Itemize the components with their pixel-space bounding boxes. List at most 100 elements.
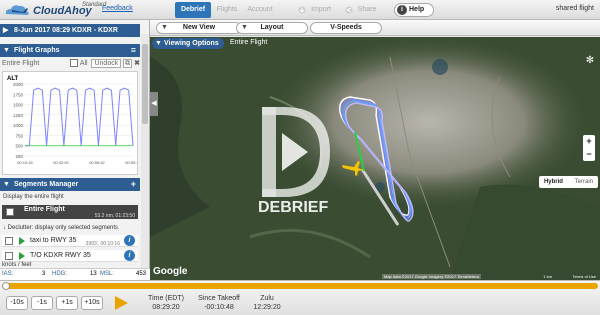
collapse-panel-handle[interactable]: ◀ (150, 92, 158, 116)
debrief-watermark: DEBRIEF (258, 199, 328, 216)
new-view-label: New View (182, 24, 216, 31)
tab-import[interactable]: Import (296, 2, 336, 18)
segment-row[interactable]: taxi to RWY 35 3993', 00:10:16 i (2, 235, 138, 247)
top-bar: CloudAhoy Standard Feedback Debrief Flig… (0, 0, 600, 20)
vspeeds-button[interactable]: V-Speeds (310, 22, 382, 34)
all-label: All (79, 60, 88, 67)
entire-flight-label: Entire Flight (24, 206, 65, 213)
help-label: Help (409, 6, 425, 13)
zoom-out-button[interactable]: − (583, 148, 595, 161)
left-scrollbar[interactable] (141, 34, 149, 272)
close-icon[interactable]: ✖ (134, 60, 140, 67)
viewing-options-button[interactable]: ▼ Viewing Options (152, 38, 224, 49)
segment-label: taxi to RWY 35 (30, 237, 77, 244)
graph-controls: Entire Flight All Undock ⧉ ✖ (2, 58, 140, 70)
y-tick-label: 1750 (13, 92, 24, 97)
time-edt-label: Time (EDT) (148, 295, 184, 302)
segment-label: T/O KDXR RWY 35 (30, 252, 91, 259)
timeline-handle[interactable] (2, 282, 10, 290)
tab-account[interactable]: Account (244, 2, 276, 18)
new-view-button[interactable]: ▼ New View (156, 22, 242, 34)
flight-graphs-header[interactable]: ▼ Flight Graphs ≡ (0, 44, 140, 57)
step-forward-10-button[interactable]: +10s (81, 296, 103, 310)
altitude-chart: ALT2000175015001250100075050025000:10:16… (7, 76, 142, 165)
terms-link[interactable]: Terms of Use (572, 274, 596, 279)
entire-flight-button[interactable]: Entire Flight 53.2 nm, 01:23:50 (2, 205, 138, 219)
map-type-control: Hybrid Terrain (538, 176, 598, 188)
map-scale: 1 km (543, 274, 552, 279)
undock-icon[interactable]: ⧉ (123, 59, 133, 68)
play-icon[interactable] (113, 295, 129, 311)
step-back-1-button[interactable]: -1s (31, 296, 53, 310)
y-tick-label: 500 (15, 144, 23, 149)
hdg-label: HDG: (52, 271, 67, 277)
segments-header[interactable]: ▼ Segments Manager + (0, 178, 140, 191)
scroll-thumb[interactable] (142, 44, 148, 124)
segment-row[interactable]: T/O KDXR RWY 35 i (2, 250, 138, 262)
ias-value: 3 (42, 271, 46, 277)
info-icon: i (397, 5, 407, 15)
segment-marker-icon (19, 252, 25, 260)
add-icon[interactable]: + (131, 178, 136, 191)
zoom-in-button[interactable]: + (583, 135, 595, 148)
entire-flight-checkbox[interactable] (6, 208, 14, 216)
altitude-graph[interactable]: ALT 2000 1750 1500 1250 1000 750 500 250 00:10:16… (2, 71, 142, 175)
declutter-text: Declutter: display only selected segment… (7, 225, 119, 231)
step-forward-1-button[interactable]: +1s (56, 296, 78, 310)
graph-controls-right: All Undock ⧉ ✖ (70, 58, 140, 70)
cloudahoy-logo[interactable]: CloudAhoy Standard (3, 2, 106, 18)
since-takeoff-label: Since Takeoff (198, 295, 240, 302)
shared-flight-label: shared flight (555, 5, 594, 12)
chevron-down-icon: ▼ (3, 47, 10, 54)
zulu-label: Zulu (260, 295, 274, 302)
chevron-down-icon: ▼ (161, 24, 168, 31)
view-toolbar: ▼ New View ▼ Layout V-Speeds (150, 20, 600, 36)
layout-button[interactable]: ▼ Layout (236, 22, 308, 34)
import-icon (298, 6, 306, 14)
segment-marker-icon (19, 237, 25, 245)
hybrid-button[interactable]: Hybrid (539, 179, 568, 185)
info-icon[interactable]: i (124, 235, 135, 246)
map-range-label: Entire Flight (230, 39, 268, 46)
y-tick-label: 750 (15, 133, 23, 138)
tab-flights[interactable]: Flights (213, 2, 241, 18)
terrain-button[interactable]: Terrain (570, 179, 598, 185)
flight-header[interactable]: ▶ 8-Jun 2017 08:29 KDXR - KDXR (0, 24, 140, 37)
timeline-slider[interactable] (2, 283, 598, 289)
help-button[interactable]: i Help (394, 3, 434, 17)
gear-icon[interactable]: ✻ (584, 55, 596, 67)
hdg-value: 13 (90, 271, 97, 277)
down-arrow-icon: ↓ (3, 225, 6, 231)
menu-icon[interactable]: ≡ (131, 44, 136, 57)
tab-share-label: Share (357, 6, 377, 13)
y-tick-label: 1250 (13, 113, 24, 118)
info-icon[interactable]: i (124, 250, 135, 261)
tab-debrief[interactable]: Debrief (175, 2, 211, 18)
y-tick-label: 250 (15, 154, 23, 159)
zulu-time: Zulu 12:29:20 (252, 294, 282, 312)
feedback-link[interactable]: Feedback (102, 5, 133, 12)
tab-import-label: Import (311, 6, 331, 13)
step-back-10-button[interactable]: -10s (6, 296, 28, 310)
graph-range-label: Entire Flight (2, 60, 40, 67)
display-entire-label: Display the entire flight (3, 194, 64, 200)
status-row: IAS: 3 HDG: 13 MSL: 453 (0, 268, 150, 280)
map-attribution: Map data ©2017 Google Imagery ©2017 Terr… (382, 274, 482, 279)
viewing-options-label: Viewing Options (164, 40, 219, 47)
cloud-plane-icon (5, 5, 29, 15)
since-takeoff: Since Takeoff -00:10:48 (196, 294, 242, 312)
y-tick-label: 1500 (13, 103, 24, 108)
segment-meta: 3993', 00:10:16 (85, 241, 120, 247)
chevron-down-icon: ▼ (241, 24, 248, 31)
altitude-series-line (25, 87, 134, 147)
google-logo: Google (153, 266, 188, 277)
declutter-label: ↓ Declutter: display only selected segme… (3, 225, 118, 231)
segment-checkbox[interactable] (5, 252, 13, 260)
undock-button[interactable]: Undock (91, 59, 122, 68)
flight-header-label: 8-Jun 2017 08:29 KDXR - KDXR (14, 27, 118, 34)
segment-checkbox[interactable] (5, 237, 13, 245)
tab-share[interactable]: Share (343, 2, 381, 18)
map-view[interactable]: DEBRIEF ▼ Viewing Options Entire Flight … (150, 37, 600, 280)
x-tick-label: 00:59:32 (125, 160, 137, 165)
all-checkbox[interactable] (70, 59, 79, 68)
